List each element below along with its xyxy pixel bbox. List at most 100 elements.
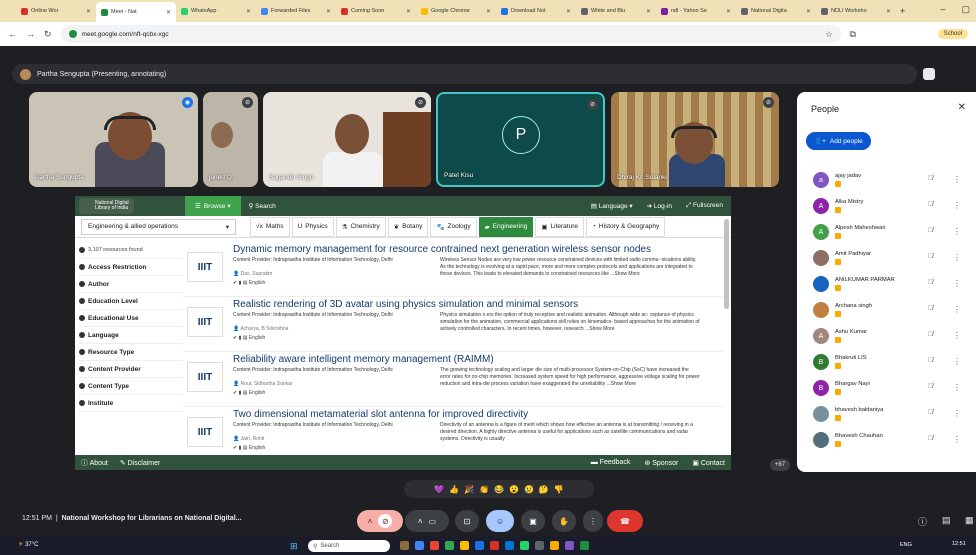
participant-list-item[interactable]: Bhavesh Chauhan 🎙̸ ⋮ xyxy=(813,432,973,454)
result-title[interactable]: Two dimensional metamaterial slot antenn… xyxy=(233,409,528,420)
scrollbar[interactable] xyxy=(724,219,729,309)
url-field[interactable]: meet.google.com/nft-qcbx-xgc ☆ xyxy=(60,25,841,43)
browser-tab[interactable]: WhatsApp ✕ xyxy=(176,2,256,20)
close-tab-icon[interactable]: ✕ xyxy=(726,8,731,15)
result-author[interactable]: 👤 Jain, Rohit xyxy=(233,436,264,442)
mic-off-icon[interactable]: 🎙̸ xyxy=(928,253,933,260)
mic-off-icon[interactable]: 🎙̸ xyxy=(928,305,933,312)
mic-off-icon[interactable]: 🎙̸ xyxy=(928,331,933,338)
reaction-button[interactable]: 😢 xyxy=(524,485,534,494)
more-vert-icon[interactable]: ⋮ xyxy=(953,253,961,262)
participant-list-item[interactable]: bhavesh baldaniya 🎙̸ ⋮ xyxy=(813,406,973,428)
participant-tile-2[interactable]: ⊘ juned Q xyxy=(203,92,258,187)
taskbar-app-icon[interactable] xyxy=(460,541,469,550)
participant-tile-4[interactable]: P ⊘ Patel Kisu xyxy=(436,92,605,187)
participant-tile-3[interactable]: ⊘ Sugandh Singh xyxy=(263,92,431,187)
result-author[interactable]: 👤 Das, Supratim xyxy=(233,271,272,277)
language-menu[interactable]: ▤ Language ▾ xyxy=(591,202,633,210)
chat-icon[interactable]: ▤ xyxy=(942,515,951,526)
present-button[interactable]: ⊡ xyxy=(455,510,479,532)
activities-icon[interactable]: ▦ xyxy=(965,515,974,526)
participant-list-item[interactable]: B Bhargav Nayi 🎙̸ ⋮ xyxy=(813,380,973,402)
taskbar-app-icon[interactable] xyxy=(535,541,544,550)
weather-widget[interactable]: ☀ 37°C xyxy=(18,541,38,548)
add-people-button[interactable]: 👤+ Add people xyxy=(806,132,871,150)
reaction-button[interactable]: 😂 xyxy=(494,485,504,494)
participant-list-item[interactable]: Archana singh 🎙̸ ⋮ xyxy=(813,302,973,324)
taskbar-app-icon[interactable] xyxy=(580,541,589,550)
fullscreen-button[interactable]: ⤢ Fullscreen xyxy=(686,202,723,210)
subject-tab-literature[interactable]: ▣ Literature xyxy=(535,216,584,237)
more-vert-icon[interactable]: ⋮ xyxy=(953,227,961,236)
taskbar-app-icon[interactable] xyxy=(475,541,484,550)
result-author[interactable]: 👤 Rout, Sidhartha Sankar xyxy=(233,381,293,387)
profile-button[interactable]: School xyxy=(937,29,968,39)
taskbar-app-icon[interactable] xyxy=(550,541,559,550)
filter-author[interactable]: Author xyxy=(79,276,183,293)
participant-list-item[interactable]: A Alka Mistry 🎙̸ ⋮ xyxy=(813,198,973,220)
reaction-button[interactable]: 🤔 xyxy=(539,485,549,494)
result-title[interactable]: Dynamic memory management for resource c… xyxy=(233,244,651,255)
maximize-icon[interactable]: ▢ xyxy=(961,4,970,15)
camera-toggle-button[interactable]: ˄ ▭ xyxy=(405,510,449,532)
browser-tab[interactable]: Download Not ✕ xyxy=(496,2,576,20)
subject-tab-maths[interactable]: √x Maths xyxy=(250,216,290,237)
participant-list-item[interactable]: a ajay jadav 🎙̸ ⋮ xyxy=(813,172,973,194)
browse-button[interactable]: ☰ Browse ▾ xyxy=(185,196,241,216)
clock[interactable]: 12:51 xyxy=(952,541,966,547)
contact-link[interactable]: ▣ Contact xyxy=(692,459,725,467)
more-options-button[interactable]: ⋮ xyxy=(583,510,603,532)
mic-off-icon[interactable]: 🎙̸ xyxy=(928,175,933,182)
filter-education-level[interactable]: Education Level xyxy=(79,293,183,310)
taskbar-app-icon[interactable] xyxy=(520,541,529,550)
taskbar-app-icon[interactable] xyxy=(565,541,574,550)
more-vert-icon[interactable]: ⋮ xyxy=(953,175,961,184)
mic-off-icon[interactable]: 🎙̸ xyxy=(928,383,933,390)
taskbar-app-icon[interactable] xyxy=(415,541,424,550)
layout-icon[interactable] xyxy=(923,68,935,80)
site-info-icon[interactable] xyxy=(68,30,77,38)
more-vert-icon[interactable]: ⋮ xyxy=(953,357,961,366)
mic-off-icon[interactable]: 🎙̸ xyxy=(928,435,933,442)
browser-tab[interactable]: Meet - Nat ✕ xyxy=(96,2,176,22)
close-tab-icon[interactable]: ✕ xyxy=(326,8,331,15)
new-tab-button[interactable]: + xyxy=(900,6,905,16)
close-tab-icon[interactable]: ✕ xyxy=(646,8,651,15)
filter-content-provider[interactable]: Content Provider xyxy=(79,361,183,378)
subject-tab-engineering[interactable]: ▰ Engineering xyxy=(478,216,534,237)
extensions-icon[interactable]: ⧉ xyxy=(850,29,856,40)
more-vert-icon[interactable]: ⋮ xyxy=(953,201,961,210)
close-tab-icon[interactable]: ✕ xyxy=(86,8,91,15)
filter-content-type[interactable]: Content Type xyxy=(79,378,183,395)
close-tab-icon[interactable]: ✕ xyxy=(406,8,411,15)
reaction-button[interactable]: 💜 xyxy=(434,485,444,494)
close-tab-icon[interactable]: ✕ xyxy=(166,9,171,16)
leave-call-button[interactable]: ☎ xyxy=(607,510,643,532)
more-vert-icon[interactable]: ⋮ xyxy=(953,279,961,288)
subject-tab-chemistry[interactable]: ⚗ Chemistry xyxy=(335,216,386,237)
filter-educational-use[interactable]: Educational Use xyxy=(79,310,183,327)
browser-tab[interactable]: Forwarded Files ✕ xyxy=(256,2,336,20)
browser-tab[interactable]: National Digita ✕ xyxy=(736,2,816,20)
subject-tab-history-geography[interactable]: ◔ History & Geography xyxy=(585,216,666,237)
reaction-button[interactable]: 👎 xyxy=(554,485,564,494)
more-vert-icon[interactable]: ⋮ xyxy=(953,305,961,314)
more-vert-icon[interactable]: ⋮ xyxy=(953,331,961,340)
filter-access-restriction[interactable]: Access Restriction xyxy=(79,259,183,276)
subject-tab-physics[interactable]: U Physics xyxy=(291,216,334,237)
participant-list-item[interactable]: A Alpesh Maheshwari 🎙̸ ⋮ xyxy=(813,224,973,246)
taskbar-app-icon[interactable] xyxy=(505,541,514,550)
close-tab-icon[interactable]: ✕ xyxy=(806,8,811,15)
browser-tab[interactable]: Online Wor ✕ xyxy=(16,2,96,20)
participant-list-item[interactable]: ANILKUMAR PARMAR 🎙̸ ⋮ xyxy=(813,276,973,298)
language-indicator[interactable]: ENG xyxy=(900,542,912,548)
disclaimer-link[interactable]: ✎ Disclaimer xyxy=(120,459,160,467)
more-vert-icon[interactable]: ⋮ xyxy=(953,409,961,418)
filter-language[interactable]: Language xyxy=(79,327,183,344)
minimize-icon[interactable]: – xyxy=(940,4,945,15)
mic-off-icon[interactable]: 🎙̸ xyxy=(928,227,933,234)
reaction-button[interactable]: 👏 xyxy=(479,485,489,494)
close-tab-icon[interactable]: ✕ xyxy=(246,8,251,15)
close-tab-icon[interactable]: ✕ xyxy=(486,8,491,15)
start-icon[interactable]: ⊞ xyxy=(290,541,298,552)
